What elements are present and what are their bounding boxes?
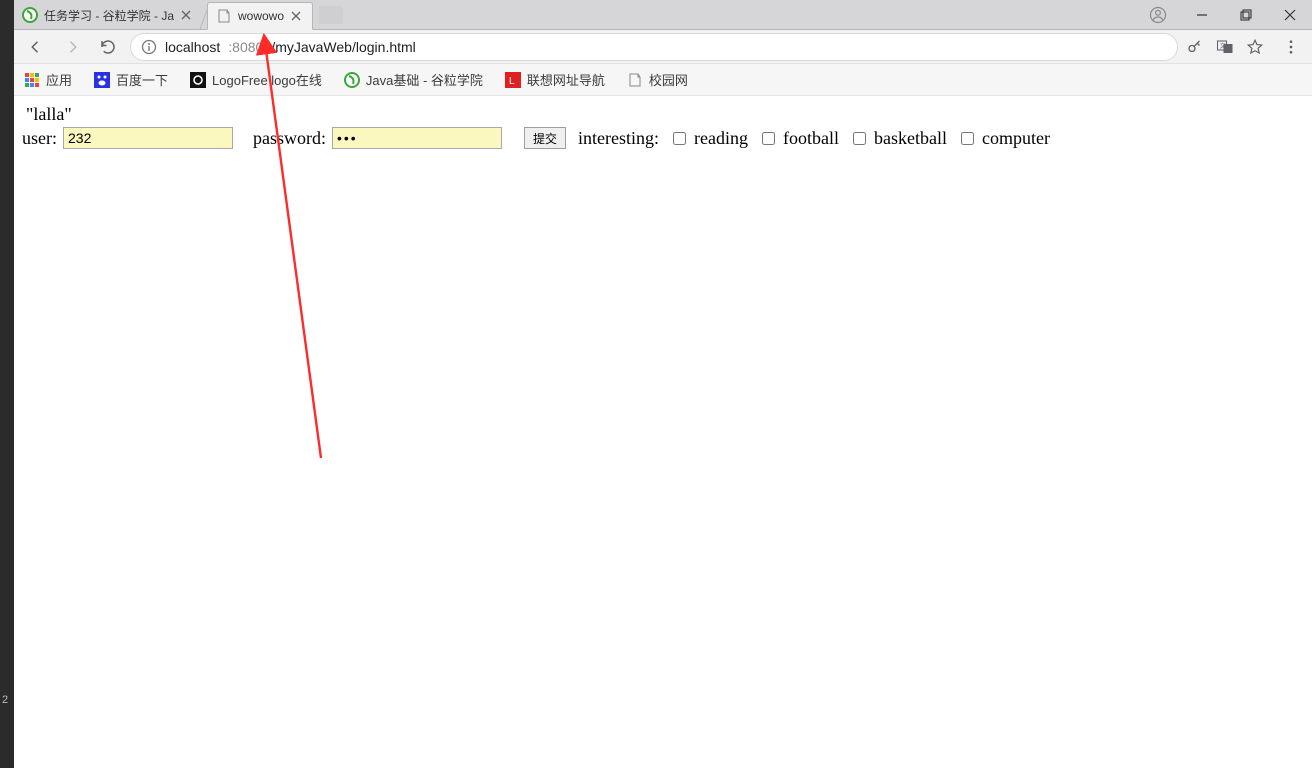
url-host: localhost bbox=[165, 39, 220, 55]
favicon-tab-0 bbox=[22, 7, 38, 23]
maximize-button[interactable] bbox=[1224, 0, 1268, 30]
logofree-icon bbox=[190, 72, 206, 88]
tab-1[interactable]: wowowo bbox=[207, 2, 313, 30]
translate-icon[interactable]: 文 bbox=[1216, 38, 1234, 56]
user-label: user: bbox=[22, 128, 57, 149]
checkbox-reading-label: reading bbox=[694, 128, 748, 149]
bookmark-lenovo[interactable]: L 联想网址导航 bbox=[505, 70, 605, 89]
address-bar-row: localhost :8080/myJavaWeb/login.html 文 bbox=[14, 30, 1312, 64]
browser-window: 任务学习 - 谷粒学院 - Ja wowowo bbox=[14, 0, 1312, 768]
tab-strip: 任务学习 - 谷粒学院 - Ja wowowo bbox=[14, 0, 1312, 30]
bookmark-lenovo-label: 联想网址导航 bbox=[527, 70, 605, 89]
new-tab-button[interactable] bbox=[319, 6, 343, 24]
bookmark-java[interactable]: Java基础 - 谷粒学院 bbox=[344, 70, 483, 89]
back-button[interactable] bbox=[22, 33, 50, 61]
lenovo-icon: L bbox=[505, 72, 521, 88]
svg-text:文: 文 bbox=[1220, 41, 1226, 49]
user-input[interactable] bbox=[63, 127, 233, 149]
bookmark-baidu-label: 百度一下 bbox=[116, 70, 168, 89]
editor-gutter: 2 bbox=[0, 0, 14, 768]
submit-button[interactable]: 提交 bbox=[524, 127, 566, 149]
tab-0[interactable]: 任务学习 - 谷粒学院 - Ja bbox=[14, 1, 202, 29]
profile-icon[interactable] bbox=[1136, 0, 1180, 30]
page-content: "lalla" user: password: 提交 interesting: … bbox=[14, 96, 1312, 149]
site-info-icon[interactable] bbox=[141, 39, 157, 55]
tab-1-close-icon[interactable] bbox=[290, 10, 302, 22]
omnibox-actions: 文 bbox=[1186, 38, 1304, 56]
tab-0-title: 任务学习 - 谷粒学院 - Ja bbox=[44, 7, 174, 24]
bookmark-star-icon[interactable] bbox=[1246, 38, 1264, 56]
page-file-icon bbox=[627, 72, 643, 88]
checkbox-football[interactable] bbox=[762, 132, 775, 145]
url-port: :8080 bbox=[228, 39, 263, 55]
interesting-label: interesting: bbox=[578, 128, 659, 149]
window-controls bbox=[1136, 0, 1312, 30]
apps-shortcut[interactable]: 应用 bbox=[24, 70, 72, 89]
password-input[interactable] bbox=[332, 127, 502, 149]
svg-text:L: L bbox=[509, 76, 515, 87]
tab-1-title: wowowo bbox=[238, 9, 284, 23]
apps-grid-icon bbox=[24, 72, 40, 88]
checkbox-football-label: football bbox=[783, 128, 839, 149]
bookmarks-bar: 应用 百度一下 LogoFree logo在线 Java基础 - 谷粒学院 L … bbox=[14, 64, 1312, 96]
bookmark-java-label: Java基础 - 谷粒学院 bbox=[366, 70, 483, 89]
favicon-tab-1 bbox=[216, 8, 232, 24]
password-label: password: bbox=[253, 128, 326, 149]
url-path: /myJavaWeb/login.html bbox=[271, 39, 415, 55]
checkbox-computer[interactable] bbox=[961, 132, 974, 145]
bookmark-baidu[interactable]: 百度一下 bbox=[94, 70, 168, 89]
gulixueyuan-icon bbox=[344, 72, 360, 88]
minimize-button[interactable] bbox=[1180, 0, 1224, 30]
checkbox-basketball[interactable] bbox=[853, 132, 866, 145]
close-window-button[interactable] bbox=[1268, 0, 1312, 30]
checkbox-basketball-label: basketball bbox=[874, 128, 947, 149]
gutter-line-number: 2 bbox=[2, 694, 8, 706]
bookmark-campus[interactable]: 校园网 bbox=[627, 70, 688, 89]
login-form: user: password: 提交 interesting: reading … bbox=[18, 127, 1312, 149]
heading-text: "lalla" bbox=[18, 102, 1312, 127]
checkbox-computer-label: computer bbox=[982, 128, 1050, 149]
reload-button[interactable] bbox=[94, 33, 122, 61]
omnibox[interactable]: localhost :8080/myJavaWeb/login.html bbox=[130, 33, 1178, 61]
apps-label: 应用 bbox=[46, 70, 72, 89]
checkbox-reading[interactable] bbox=[673, 132, 686, 145]
key-icon[interactable] bbox=[1186, 38, 1204, 56]
bookmark-logofree[interactable]: LogoFree logo在线 bbox=[190, 70, 322, 89]
bookmark-logofree-label: LogoFree logo在线 bbox=[212, 70, 322, 89]
forward-button[interactable] bbox=[58, 33, 86, 61]
tab-0-close-icon[interactable] bbox=[180, 9, 192, 21]
menu-icon[interactable] bbox=[1282, 38, 1300, 56]
bookmark-campus-label: 校园网 bbox=[649, 70, 688, 89]
baidu-icon bbox=[94, 72, 110, 88]
